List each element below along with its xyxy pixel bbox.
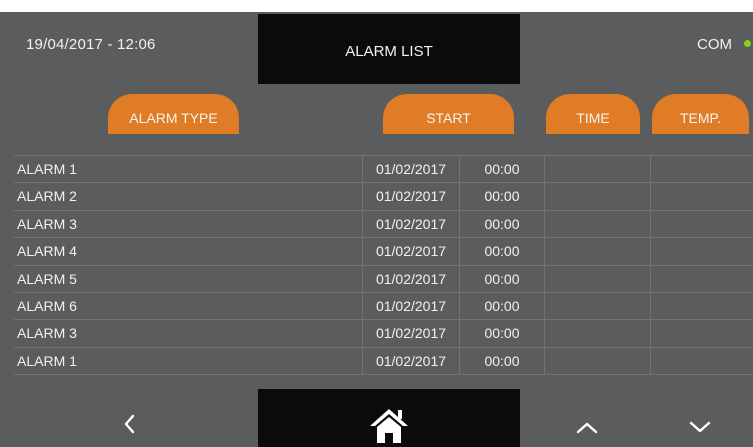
temp-cell: [650, 183, 753, 210]
temp-cell: [650, 238, 753, 265]
duration-cell: [544, 238, 650, 265]
chevron-down-icon: [689, 421, 711, 433]
alarm-name-cell: ALARM 5: [17, 270, 77, 287]
start-date-cell: 01/02/2017: [362, 210, 459, 238]
datetime-display: 19/04/2017 - 12:06: [26, 36, 156, 53]
alarm-name-cell: ALARM 1: [17, 161, 77, 177]
temp-cell: [650, 156, 753, 183]
temp-cell: [650, 320, 753, 347]
scroll-down-button[interactable]: [686, 418, 714, 436]
back-button[interactable]: [118, 412, 142, 436]
alarm-name-cell: ALARM 2: [17, 188, 77, 205]
table-row[interactable]: ALARM 2 01/02/2017 00:00: [14, 183, 753, 211]
duration-cell: [544, 210, 650, 238]
start-time-cell: 00:00: [459, 265, 544, 292]
duration-cell: [544, 265, 650, 292]
table-row[interactable]: ALARM 3 01/02/2017 00:00: [14, 320, 753, 348]
temp-cell: [650, 347, 753, 375]
start-time-cell: 00:00: [459, 183, 544, 210]
table-row[interactable]: ALARM 6 01/02/2017 00:00: [14, 292, 753, 321]
home-icon: [370, 409, 408, 443]
temp-cell: [650, 265, 753, 292]
alarm-name-cell: ALARM 6: [17, 297, 77, 314]
start-time-cell: 00:00: [459, 210, 544, 238]
start-date-cell: 01/02/2017: [362, 292, 459, 320]
start-date-cell: 01/02/2017: [362, 238, 459, 265]
table-row[interactable]: ALARM 5 01/02/2017 00:00: [14, 265, 753, 293]
com-status-label: COM: [697, 36, 732, 53]
start-date-cell: 01/02/2017: [362, 320, 459, 347]
com-status-indicator: [744, 40, 751, 47]
alarm-table: ALARM 1 01/02/2017 00:00 ALARM 2 01/02/2…: [14, 155, 753, 383]
duration-cell: [544, 292, 650, 320]
start-date-cell: 01/02/2017: [362, 347, 459, 375]
hmi-screen: 19/04/2017 - 12:06 ALARM LIST COM ALARM …: [0, 0, 753, 447]
table-row[interactable]: ALARM 4 01/02/2017 00:00: [14, 238, 753, 266]
time-column-button[interactable]: TIME: [546, 94, 640, 134]
alarm-name-cell: ALARM 3: [17, 215, 77, 232]
table-row[interactable]: ALARM 1 01/02/2017 00:00: [14, 347, 753, 376]
top-border: [0, 0, 753, 12]
table-row[interactable]: ALARM 3 01/02/2017 00:00: [14, 210, 753, 239]
start-time-cell: 00:00: [459, 347, 544, 375]
start-time-cell: 00:00: [459, 238, 544, 265]
start-date-cell: 01/02/2017: [362, 183, 459, 210]
page-title: ALARM LIST: [345, 43, 433, 60]
start-column-button[interactable]: START: [383, 94, 514, 134]
duration-cell: [544, 347, 650, 375]
start-date-cell: 01/02/2017: [362, 156, 459, 183]
alarm-type-column-button[interactable]: ALARM TYPE: [108, 94, 239, 134]
start-time-cell: 00:00: [459, 156, 544, 183]
start-date-cell: 01/02/2017: [362, 265, 459, 292]
start-time-cell: 00:00: [459, 292, 544, 320]
temp-cell: [650, 292, 753, 320]
chevron-up-icon: [576, 422, 598, 434]
duration-cell: [544, 183, 650, 210]
temp-cell: [650, 210, 753, 238]
alarm-name-cell: ALARM 3: [17, 325, 77, 342]
alarm-name-cell: ALARM 4: [17, 243, 77, 260]
start-time-cell: 00:00: [459, 320, 544, 347]
temp-column-button[interactable]: TEMP.: [652, 94, 749, 134]
duration-cell: [544, 320, 650, 347]
chevron-left-icon: [124, 414, 135, 434]
home-button[interactable]: [369, 406, 409, 444]
title-panel: ALARM LIST: [258, 14, 520, 84]
table-row[interactable]: ALARM 1 01/02/2017 00:00: [14, 156, 753, 184]
duration-cell: [544, 156, 650, 183]
alarm-name-cell: ALARM 1: [17, 352, 77, 369]
scroll-up-button[interactable]: [573, 418, 601, 436]
